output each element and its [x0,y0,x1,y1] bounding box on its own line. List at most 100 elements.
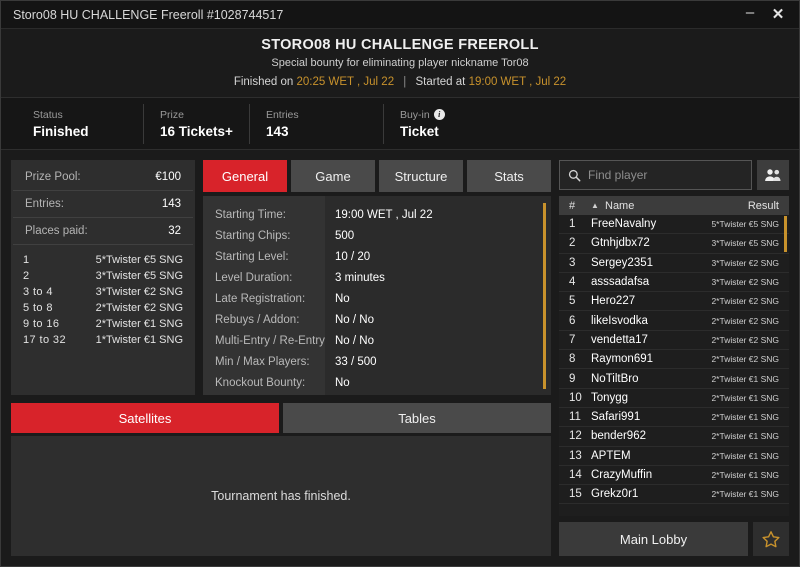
payout-row: 5 to 8 2*Twister €2 SNG [23,300,183,316]
player-rank: 3 [569,256,576,269]
player-name: Hero227 [591,295,636,308]
tab-structure[interactable]: Structure [379,160,463,192]
table-row[interactable]: 11 Safari991 2*Twister €1 SNG [559,408,789,428]
payout-rank: 17 to 32 [23,334,66,346]
tournament-header: STORO08 HU CHALLENGE FREEROLL Special bo… [1,29,799,98]
player-rank: 14 [569,469,582,481]
player-result: 5*Twister €5 SNG [711,219,779,230]
player-rank: 6 [569,314,576,327]
stat-entries: Entries 143 [248,103,383,144]
stat-status: Status Finished [1,104,143,144]
tournament-subtitle: Special bounty for eliminating player ni… [271,57,529,69]
stat-prize-label: Prize [160,108,184,121]
player-list-scrollbar[interactable] [784,216,787,252]
detail-key: Starting Chips: [215,230,291,242]
stat-status-label: Status [33,108,63,121]
started-label: Started at [415,76,466,88]
close-icon[interactable]: ✕ [765,3,791,27]
table-row[interactable]: 9 NoTiltBro 2*Twister €1 SNG [559,369,789,389]
player-result: 2*Twister €2 SNG [711,334,779,345]
column-header-result[interactable]: Result [748,200,779,212]
payout-prize: 5*Twister €5 SNG [95,254,183,266]
stat-buyin: Buy-in i Ticket [382,103,493,144]
tournament-times: Finished on 20:25 WET , Jul 22 | Started… [1,76,799,88]
window-controls: – ✕ [737,3,791,27]
page-title: STORO08 HU CHALLENGE FREEROLL [261,37,539,53]
player-result: 2*Twister €2 SNG [711,354,779,365]
subtab-bar: Satellites Tables [11,403,551,433]
player-result: 2*Twister €2 SNG [711,315,779,326]
stat-buyin-label-text: Buy-in [399,108,430,121]
player-result: 3*Twister €2 SNG [711,257,779,268]
payout-rank: 2 [23,270,30,282]
entries-key: Entries: [25,198,64,210]
entries-row: Entries: 143 [13,191,193,218]
table-row[interactable]: 2 Gtnhjdbx72 3*Twister €5 SNG [559,234,789,254]
title-bar: Storo08 HU CHALLENGE Freeroll #102874451… [1,1,799,29]
table-row[interactable]: 15 Grekz0r1 2*Twister €1 SNG [559,485,789,505]
tab-game[interactable]: Game [291,160,375,192]
detail-key: Starting Level: [215,251,289,263]
table-row[interactable]: 14 CrazyMuffin 2*Twister €1 SNG [559,466,789,486]
prize-pool-value: €100 [155,171,181,183]
table-row[interactable]: 13 APTEM 2*Twister €1 SNG [559,447,789,466]
main-body: Prize Pool: €100 Entries: 143 Places pai… [1,150,799,566]
players-filter-button[interactable] [757,160,789,190]
player-rank: 4 [569,276,576,289]
finished-label: Finished on [233,76,294,88]
table-row[interactable]: 4 asssadafsa 3*Twister €2 SNG [559,273,789,293]
table-row[interactable]: 3 Sergey2351 3*Twister €2 SNG [559,254,789,273]
detail-key: Late Registration: [215,293,306,305]
detail-value: 500 [335,230,355,242]
player-result: 3*Twister €2 SNG [711,277,779,288]
payout-prize: 1*Twister €1 SNG [95,334,183,346]
player-result: 2*Twister €1 SNG [711,489,779,500]
detail-scrollbar[interactable] [543,203,546,389]
people-icon [765,169,781,181]
sort-ascending-icon[interactable]: ▲ [591,201,605,210]
favorite-button[interactable] [753,522,789,556]
tab-general[interactable]: General [203,160,287,192]
player-rank: 7 [569,333,576,346]
detail-value: 33 / 500 [335,356,377,368]
detail-key: Rebuys / Addon: [215,314,300,326]
tab-satellites[interactable]: Satellites [11,403,279,433]
tab-stats[interactable]: Stats [467,160,551,192]
stat-prize-value: 16 Tickets+ [160,123,233,139]
column-header-name[interactable]: Name [605,200,748,212]
player-name: Safari991 [591,411,641,424]
table-row[interactable]: 10 Tonygg 2*Twister €1 SNG [559,389,789,408]
stat-buyin-label: Buy-in i [400,109,477,121]
payout-prize: 2*Twister €2 SNG [95,302,183,314]
minimize-icon[interactable]: – [737,3,763,27]
column-header-num[interactable]: # [565,200,591,212]
player-name: Gtnhjdbx72 [591,237,650,250]
tab-tables[interactable]: Tables [283,403,551,433]
search-box[interactable] [559,160,752,190]
detail-value: 10 / 20 [335,251,371,263]
detail-value: 3 minutes [335,272,385,284]
lower-section: Satellites Tables Tournament has finishe… [11,403,551,556]
info-icon[interactable]: i [433,109,445,120]
table-row[interactable]: 8 Raymon691 2*Twister €2 SNG [559,350,789,370]
table-row[interactable]: 5 Hero227 2*Twister €2 SNG [559,292,789,312]
upper-section: Prize Pool: €100 Entries: 143 Places pai… [11,160,551,395]
payout-row: 3 to 4 3*Twister €2 SNG [23,284,183,300]
table-row[interactable]: 1 FreeNavalny 5*Twister €5 SNG [559,215,789,235]
lower-content: Tournament has finished. [11,436,551,556]
payout-row: 2 3*Twister €5 SNG [23,268,183,284]
player-rank: 13 [569,449,582,462]
places-paid-value: 32 [168,225,181,237]
table-row[interactable]: 12 bender962 2*Twister €1 SNG [559,427,789,447]
player-result: 2*Twister €1 SNG [711,392,779,403]
table-row[interactable]: 6 likeIsvodka 2*Twister €2 SNG [559,311,789,331]
detail-value: 19:00 WET , Jul 22 [335,209,433,221]
table-row[interactable]: 7 vendetta17 2*Twister €2 SNG [559,331,789,351]
player-rank: 8 [569,353,576,366]
tournament-status-message: Tournament has finished. [211,489,351,503]
player-result: 2*Twister €2 SNG [711,296,779,307]
main-lobby-button[interactable]: Main Lobby [559,522,748,556]
search-input[interactable] [588,168,743,182]
detail-value: No [335,377,350,389]
prize-pool-key: Prize Pool: [25,171,81,183]
